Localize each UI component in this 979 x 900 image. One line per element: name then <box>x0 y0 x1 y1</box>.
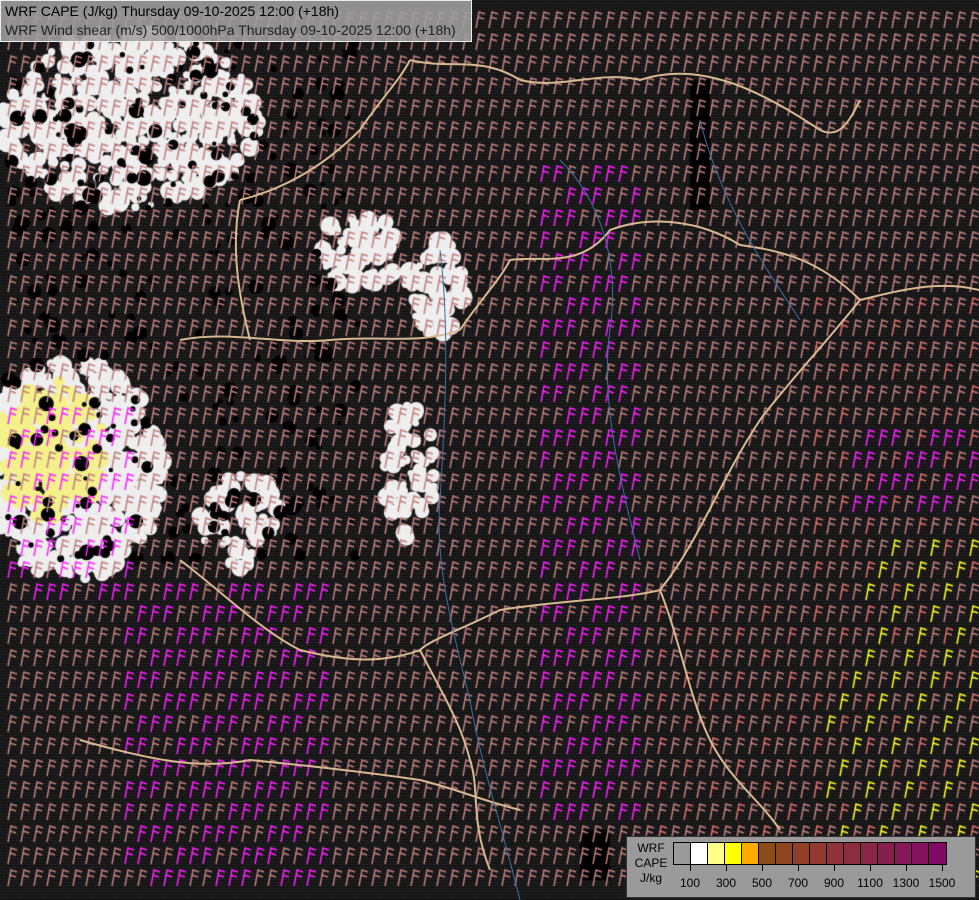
border-line <box>239 59 411 201</box>
legend-tick-label: 300 <box>715 876 737 890</box>
border-line <box>179 329 461 343</box>
border-line <box>419 299 861 651</box>
river-line <box>559 159 641 561</box>
legend-swatch <box>759 843 776 864</box>
border-line <box>419 649 491 871</box>
legend-tick <box>726 864 727 871</box>
legend-swatch <box>878 843 895 864</box>
legend-tick <box>690 864 691 871</box>
border-line <box>659 589 781 831</box>
legend-tick <box>906 864 907 871</box>
legend-swatch <box>742 843 759 864</box>
legend-swatch <box>827 843 844 864</box>
river-line <box>699 119 801 321</box>
legend-swatch <box>810 843 827 864</box>
legend-tick-label: 1500 <box>928 876 956 890</box>
legend-tick-label: 700 <box>787 876 809 890</box>
legend-swatch <box>776 843 793 864</box>
border-line <box>234 199 251 341</box>
legend-ticks: 100 300 500 700 900 1100 1300 1500 <box>673 864 963 894</box>
legend-swatch <box>844 843 861 864</box>
legend-tick <box>942 864 943 871</box>
legend-tick <box>834 864 835 871</box>
legend-swatch <box>691 843 708 864</box>
legend-swatch <box>708 843 725 864</box>
legend-tick <box>798 864 799 871</box>
map-title-box: WRF CAPE (J/kg) Thursday 09-10-2025 12:0… <box>0 0 472 42</box>
legend-label: WRF CAPE J/kg <box>634 841 668 885</box>
legend-swatch <box>793 843 810 864</box>
weather-map[interactable]: WRF CAPE (J/kg) Thursday 09-10-2025 12:0… <box>0 0 979 900</box>
legend-tick-label: 1300 <box>892 876 920 890</box>
legend-swatch <box>725 843 742 864</box>
border-line <box>409 59 861 134</box>
legend-tick <box>870 864 871 871</box>
legend-tick-label: 1100 <box>857 876 883 890</box>
cape-title: WRF CAPE (J/kg) Thursday 09-10-2025 12:0… <box>5 3 339 19</box>
legend-swatch <box>912 843 929 864</box>
cape-legend: WRF CAPE J/kg 100 300 500 700 900 1100 1300 150… <box>626 836 976 898</box>
border-line <box>459 220 979 331</box>
wind-shear-title: WRF Wind shear (m/s) 500/1000hPa Thursda… <box>5 22 456 38</box>
border-line <box>79 739 521 811</box>
legend-swatch <box>861 843 878 864</box>
legend-swatch <box>895 843 912 864</box>
border-line <box>179 559 421 661</box>
legend-tick <box>762 864 763 871</box>
country-borders <box>79 59 979 900</box>
legend-tick-label: 500 <box>751 876 773 890</box>
legend-swatch <box>674 843 691 864</box>
legend-tick-label: 900 <box>823 876 845 890</box>
legend-swatch <box>929 843 946 864</box>
legend-tick-label: 100 <box>679 876 701 890</box>
river-line <box>438 249 521 900</box>
legend-swatches <box>673 842 947 865</box>
